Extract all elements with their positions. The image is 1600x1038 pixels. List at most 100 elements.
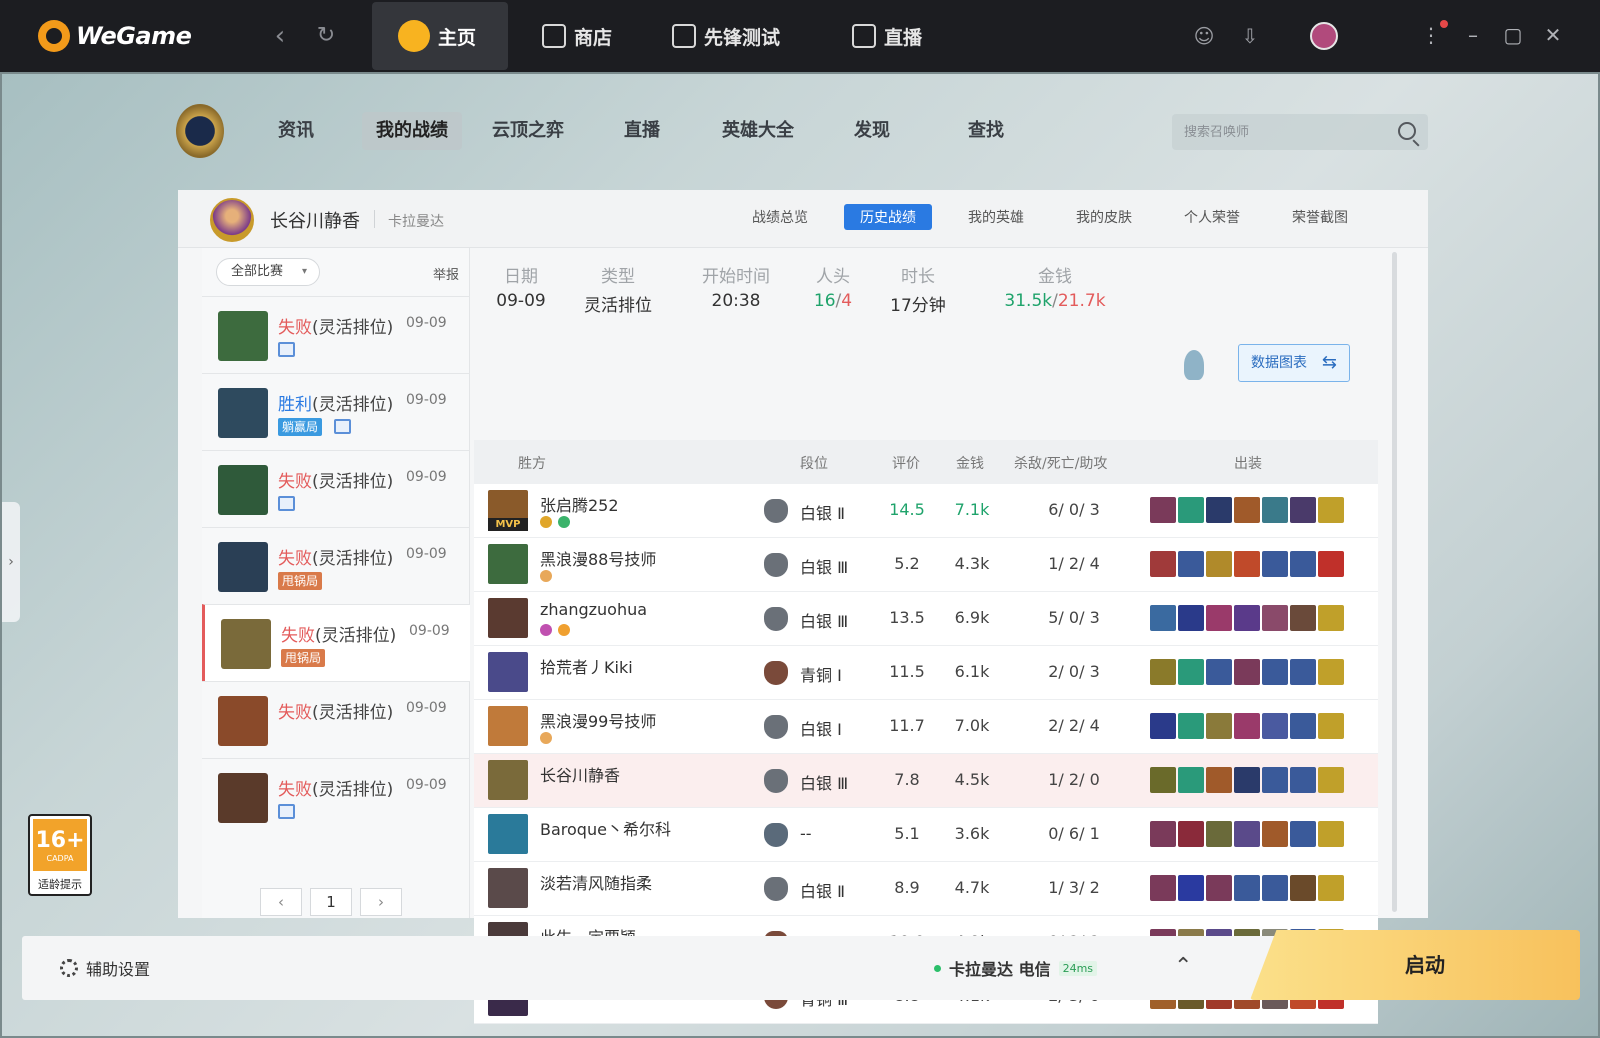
- assist-settings-button[interactable]: 辅助设置: [60, 956, 150, 980]
- game-tab-my-record[interactable]: 我的战绩: [362, 112, 462, 150]
- item-icon[interactable]: [1318, 497, 1344, 523]
- table-row[interactable]: MVP 张启腾252 白银 Ⅱ 14.5 7.1k 6/ 0/ 3: [474, 484, 1378, 538]
- game-tab-news[interactable]: 资讯: [264, 112, 328, 150]
- table-row[interactable]: 淡若清风随指柔 白银 Ⅱ 8.9 4.7k 1/ 3/ 2: [474, 862, 1378, 916]
- item-icon[interactable]: [1178, 767, 1204, 793]
- item-icon[interactable]: [1206, 713, 1232, 739]
- search-input[interactable]: [1184, 122, 1384, 142]
- back-icon[interactable]: ‹: [266, 22, 294, 50]
- champion-avatar[interactable]: [488, 598, 528, 638]
- game-tab-champions[interactable]: 英雄大全: [708, 112, 808, 150]
- data-chart-button[interactable]: 数据图表: [1238, 344, 1350, 382]
- match-filter-dropdown[interactable]: 全部比赛: [216, 258, 320, 286]
- match-list-item[interactable]: 失败(灵活排位) 09-09: [202, 681, 470, 759]
- item-icon[interactable]: [1206, 875, 1232, 901]
- item-icon[interactable]: [1234, 551, 1260, 577]
- item-icon[interactable]: [1290, 875, 1316, 901]
- player-name[interactable]: 黑浪漫88号技师: [540, 546, 656, 570]
- item-icon[interactable]: [1290, 659, 1316, 685]
- picture-icon[interactable]: [334, 419, 351, 434]
- item-icon[interactable]: [1234, 821, 1260, 847]
- item-icon[interactable]: [1234, 875, 1260, 901]
- scrollbar[interactable]: [1392, 252, 1397, 912]
- user-avatar[interactable]: [1310, 22, 1338, 50]
- player-name[interactable]: 淡若清风随指柔: [540, 870, 652, 894]
- item-icon[interactable]: [1290, 821, 1316, 847]
- item-icon[interactable]: [1178, 497, 1204, 523]
- wegame-logo[interactable]: WeGame: [38, 18, 192, 54]
- tab-overview[interactable]: 战绩总览: [752, 207, 808, 227]
- picture-icon[interactable]: [278, 342, 295, 357]
- report-link[interactable]: 举报: [433, 264, 459, 283]
- item-icon[interactable]: [1234, 605, 1260, 631]
- item-icon[interactable]: [1150, 659, 1176, 685]
- tab-honor[interactable]: 个人荣誉: [1184, 207, 1240, 227]
- close-icon[interactable]: ✕: [1540, 22, 1566, 48]
- match-list-item[interactable]: 失败(灵活排位) 09-09: [202, 758, 470, 836]
- item-icon[interactable]: [1206, 605, 1232, 631]
- item-icon[interactable]: [1150, 821, 1176, 847]
- item-icon[interactable]: [1234, 713, 1260, 739]
- item-icon[interactable]: [1150, 497, 1176, 523]
- match-list-item[interactable]: 失败(灵活排位) 09-09 甩锅局: [202, 604, 470, 682]
- item-icon[interactable]: [1318, 605, 1344, 631]
- table-row[interactable]: zhangzuohua 白银 Ⅲ 13.5 6.9k 5/ 0/ 3: [474, 592, 1378, 646]
- item-icon[interactable]: [1262, 659, 1288, 685]
- chevron-up-icon[interactable]: ⌃: [1174, 954, 1192, 979]
- picture-icon[interactable]: [278, 496, 295, 511]
- menu-icon[interactable]: ⋮: [1418, 22, 1444, 48]
- game-tab-tft[interactable]: 云顶之弈: [478, 112, 578, 150]
- item-icon[interactable]: [1262, 875, 1288, 901]
- friends-icon[interactable]: ☺: [1192, 24, 1216, 48]
- player-name[interactable]: 长谷川静香: [540, 762, 620, 786]
- item-icon[interactable]: [1290, 713, 1316, 739]
- item-icon[interactable]: [1178, 605, 1204, 631]
- item-icon[interactable]: [1290, 605, 1316, 631]
- minimize-icon[interactable]: –: [1460, 22, 1486, 48]
- item-icon[interactable]: [1318, 659, 1344, 685]
- lol-logo[interactable]: [176, 104, 224, 158]
- player-name[interactable]: 张启腾252: [540, 492, 619, 516]
- item-icon[interactable]: [1318, 551, 1344, 577]
- item-icon[interactable]: [1206, 551, 1232, 577]
- tab-my-skins[interactable]: 我的皮肤: [1076, 207, 1132, 227]
- item-icon[interactable]: [1262, 551, 1288, 577]
- tab-my-champions[interactable]: 我的英雄: [968, 207, 1024, 227]
- item-icon[interactable]: [1178, 551, 1204, 577]
- top-tab-live[interactable]: 直播: [826, 2, 948, 70]
- item-icon[interactable]: [1318, 875, 1344, 901]
- top-tab-pioneer[interactable]: 先锋测试: [646, 2, 806, 70]
- champion-avatar[interactable]: [488, 706, 528, 746]
- champion-avatar[interactable]: [488, 868, 528, 908]
- refresh-icon[interactable]: ↻: [312, 22, 340, 50]
- item-icon[interactable]: [1206, 497, 1232, 523]
- match-list-item[interactable]: 失败(灵活排位) 09-09: [202, 450, 470, 528]
- search-icon[interactable]: [1398, 122, 1416, 140]
- item-icon[interactable]: [1178, 659, 1204, 685]
- item-icon[interactable]: [1206, 767, 1232, 793]
- item-icon[interactable]: [1318, 713, 1344, 739]
- picture-icon[interactable]: [278, 804, 295, 819]
- prev-page-button[interactable]: ‹: [260, 888, 302, 916]
- top-tab-store[interactable]: 商店: [516, 2, 638, 70]
- item-icon[interactable]: [1318, 767, 1344, 793]
- item-icon[interactable]: [1206, 821, 1232, 847]
- top-tab-home[interactable]: 主页: [372, 2, 508, 70]
- server-selector[interactable]: 卡拉曼达 电信 24ms: [934, 956, 1098, 980]
- maximize-icon[interactable]: ▢: [1500, 22, 1526, 48]
- item-icon[interactable]: [1290, 497, 1316, 523]
- item-icon[interactable]: [1234, 767, 1260, 793]
- player-name[interactable]: zhangzuohua: [540, 600, 647, 619]
- champion-avatar[interactable]: [488, 814, 528, 854]
- table-row[interactable]: 拾荒者丿Kiki 青铜 Ⅰ 11.5 6.1k 2/ 0/ 3: [474, 646, 1378, 700]
- game-tab-discover[interactable]: 发现: [840, 112, 904, 150]
- tab-history[interactable]: 历史战绩: [844, 204, 932, 230]
- champion-avatar[interactable]: [488, 544, 528, 584]
- tab-screenshots[interactable]: 荣誉截图: [1292, 207, 1348, 227]
- player-name[interactable]: 拾荒者丿Kiki: [540, 654, 633, 678]
- item-icon[interactable]: [1262, 605, 1288, 631]
- item-icon[interactable]: [1150, 551, 1176, 577]
- item-icon[interactable]: [1206, 659, 1232, 685]
- item-icon[interactable]: [1178, 875, 1204, 901]
- table-row[interactable]: 长谷川静香 白银 Ⅲ 7.8 4.5k 1/ 2/ 0: [474, 754, 1378, 808]
